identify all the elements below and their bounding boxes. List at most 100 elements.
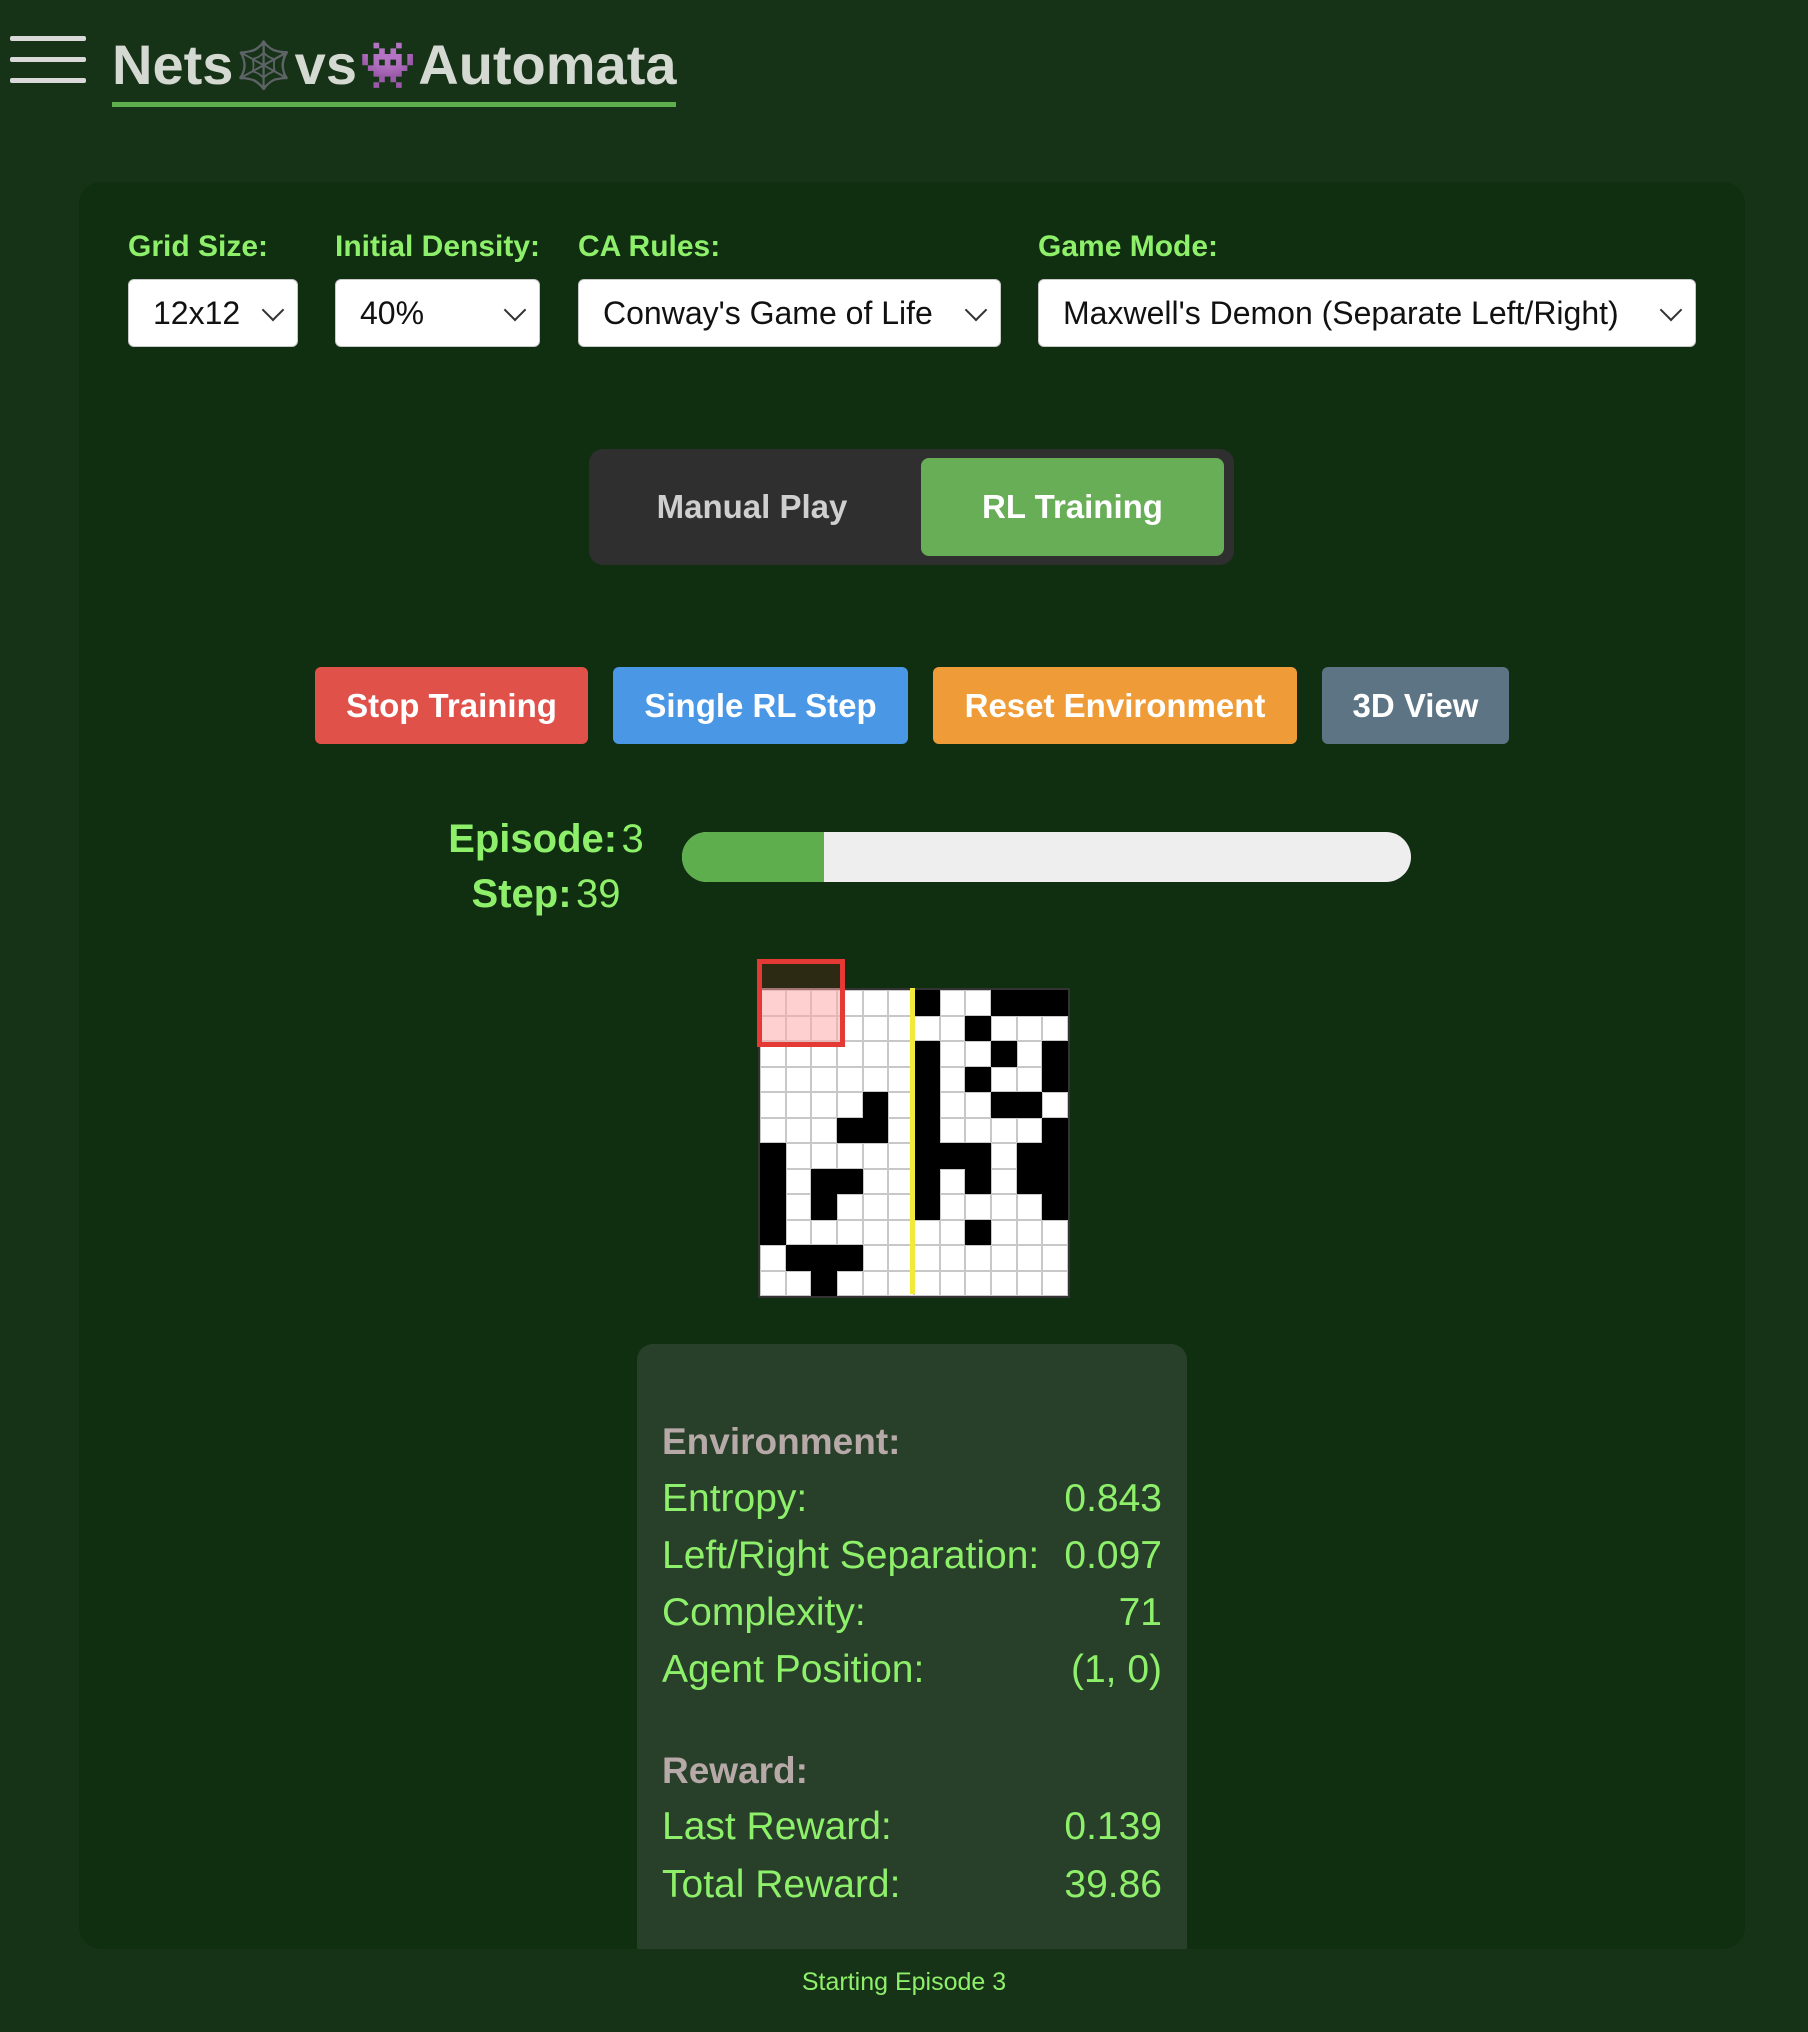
grid-cell[interactable] xyxy=(760,1194,786,1220)
grid-cell[interactable] xyxy=(965,1066,991,1092)
grid-cell[interactable] xyxy=(1016,1245,1043,1271)
grid-cell[interactable] xyxy=(760,1270,786,1296)
grid-cell[interactable] xyxy=(760,1092,786,1118)
grid-cell[interactable] xyxy=(991,1168,1017,1194)
grid-cell[interactable] xyxy=(1016,990,1043,1016)
grid-cell[interactable] xyxy=(939,1117,966,1143)
grid-cell[interactable] xyxy=(1016,1092,1043,1118)
tab-manual-play[interactable]: Manual Play xyxy=(607,458,897,556)
grid-cell[interactable] xyxy=(914,1117,940,1143)
grid-cell[interactable] xyxy=(1042,1117,1068,1143)
grid-cell[interactable] xyxy=(965,1245,991,1271)
ca-rules-select[interactable]: Conway's Game of Life xyxy=(578,279,1001,347)
grid-cell[interactable] xyxy=(914,1066,940,1092)
grid-cell[interactable] xyxy=(862,1168,889,1194)
grid-cell[interactable] xyxy=(991,1092,1017,1118)
grid-cell[interactable] xyxy=(991,1245,1017,1271)
grid-cell[interactable] xyxy=(1016,1194,1043,1220)
grid-cell[interactable] xyxy=(965,1168,991,1194)
grid-cell[interactable] xyxy=(1042,1194,1068,1220)
grid-cell[interactable] xyxy=(862,1092,889,1118)
grid-cell[interactable] xyxy=(785,1066,812,1092)
grid-cell[interactable] xyxy=(1042,1168,1068,1194)
grid-cell[interactable] xyxy=(785,1270,812,1296)
grid-size-select[interactable]: 12x12 xyxy=(128,279,298,347)
grid-cell[interactable] xyxy=(991,1219,1017,1245)
grid-cell[interactable] xyxy=(811,1117,837,1143)
grid-cell[interactable] xyxy=(1042,1143,1068,1169)
grid-cell[interactable] xyxy=(965,1117,991,1143)
grid-cell[interactable] xyxy=(785,1168,812,1194)
grid-cell[interactable] xyxy=(939,1092,966,1118)
grid-cell[interactable] xyxy=(837,1270,863,1296)
grid-cell[interactable] xyxy=(785,1117,812,1143)
grid-cell[interactable] xyxy=(785,1194,812,1220)
grid-cell[interactable] xyxy=(811,1219,837,1245)
grid-cell[interactable] xyxy=(811,1270,837,1296)
stop-training-button[interactable]: Stop Training xyxy=(315,667,588,744)
grid-cell[interactable] xyxy=(991,990,1017,1016)
grid-cell[interactable] xyxy=(1016,1143,1043,1169)
grid-cell[interactable] xyxy=(1042,1015,1068,1041)
grid-cell[interactable] xyxy=(837,1168,863,1194)
grid-cell[interactable] xyxy=(1016,1168,1043,1194)
grid-cell[interactable] xyxy=(760,1168,786,1194)
grid-cell[interactable] xyxy=(914,1194,940,1220)
grid-cell[interactable] xyxy=(939,1194,966,1220)
grid-cell[interactable] xyxy=(914,1168,940,1194)
grid-cell[interactable] xyxy=(785,1092,812,1118)
grid-cell[interactable] xyxy=(837,1117,863,1143)
grid-cell[interactable] xyxy=(760,1245,786,1271)
grid-cell[interactable] xyxy=(862,1245,889,1271)
grid-cell[interactable] xyxy=(965,1092,991,1118)
app-title-link[interactable]: Nets 🕸️ vs 👾 Automata xyxy=(112,30,677,107)
grid-cell[interactable] xyxy=(862,1270,889,1296)
grid-cell[interactable] xyxy=(862,990,889,1016)
grid-cell[interactable] xyxy=(1042,1092,1068,1118)
grid-cell[interactable] xyxy=(939,1015,966,1041)
grid-cell[interactable] xyxy=(965,1219,991,1245)
grid-cell[interactable] xyxy=(1042,1041,1068,1067)
menu-hamburger-icon[interactable] xyxy=(10,36,86,84)
grid-cell[interactable] xyxy=(914,1041,940,1067)
grid-cell[interactable] xyxy=(837,1066,863,1092)
grid-cell[interactable] xyxy=(991,1117,1017,1143)
grid-cell[interactable] xyxy=(760,1117,786,1143)
grid-cell[interactable] xyxy=(991,1041,1017,1067)
grid-cell[interactable] xyxy=(965,1194,991,1220)
grid-cell[interactable] xyxy=(862,1015,889,1041)
grid-cell[interactable] xyxy=(914,1143,940,1169)
grid-cell[interactable] xyxy=(914,1092,940,1118)
3d-view-button[interactable]: 3D View xyxy=(1322,667,1509,744)
grid-cell[interactable] xyxy=(991,1143,1017,1169)
grid-cell[interactable] xyxy=(811,1245,837,1271)
grid-cell[interactable] xyxy=(965,1041,991,1067)
grid-cell[interactable] xyxy=(785,1219,812,1245)
grid-cell[interactable] xyxy=(1042,1219,1068,1245)
grid-cell[interactable] xyxy=(862,1143,889,1169)
grid-cell[interactable] xyxy=(939,1041,966,1067)
grid-cell[interactable] xyxy=(1016,1066,1043,1092)
grid-cell[interactable] xyxy=(760,1219,786,1245)
grid-cell[interactable] xyxy=(1016,1270,1043,1296)
grid-cell[interactable] xyxy=(991,1015,1017,1041)
grid-cell[interactable] xyxy=(939,1066,966,1092)
grid-cell[interactable] xyxy=(837,1143,863,1169)
grid-cell[interactable] xyxy=(939,990,966,1016)
grid-cell[interactable] xyxy=(1016,1219,1043,1245)
grid-cell[interactable] xyxy=(862,1066,889,1092)
grid-cell[interactable] xyxy=(785,1245,812,1271)
grid-cell[interactable] xyxy=(862,1194,889,1220)
grid-cell[interactable] xyxy=(965,990,991,1016)
grid-cell[interactable] xyxy=(862,1117,889,1143)
grid-cell[interactable] xyxy=(914,1219,940,1245)
grid-cell[interactable] xyxy=(939,1143,966,1169)
grid-cell[interactable] xyxy=(811,1066,837,1092)
grid-cell[interactable] xyxy=(914,1015,940,1041)
grid-cell[interactable] xyxy=(914,990,940,1016)
grid-cell[interactable] xyxy=(837,1219,863,1245)
grid-cell[interactable] xyxy=(811,1194,837,1220)
reset-environment-button[interactable]: Reset Environment xyxy=(933,667,1297,744)
grid-cell[interactable] xyxy=(991,1194,1017,1220)
grid-cell[interactable] xyxy=(914,1245,940,1271)
